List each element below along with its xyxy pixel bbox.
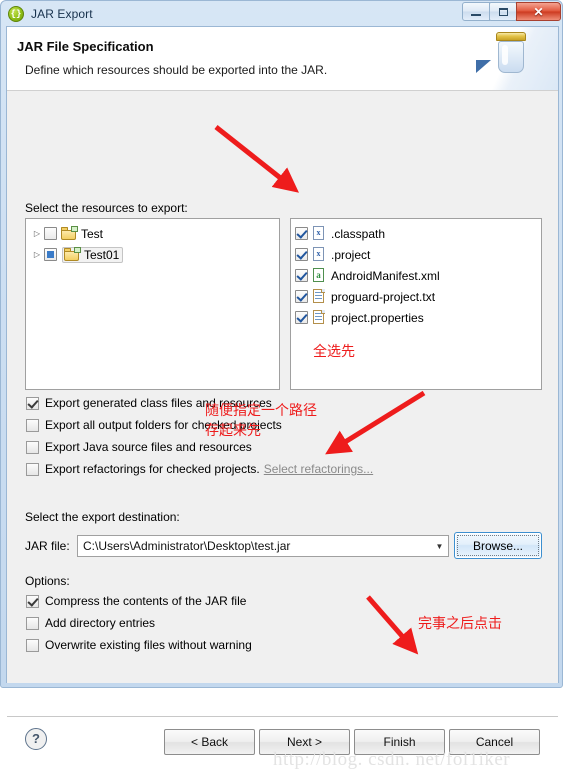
file-checkbox[interactable] (295, 269, 308, 282)
file-label: .classpath (331, 226, 386, 241)
select-refactorings-link[interactable]: Select refactorings... (264, 462, 373, 476)
jar-file-value: C:\Users\Administrator\Desktop\test.jar (83, 539, 291, 553)
option-export-refactorings[interactable]: Export refactorings for checked projects… (26, 462, 373, 476)
resources-label: Select the resources to export: (25, 201, 188, 215)
tree-item-label: Test01 (84, 247, 120, 262)
browse-button[interactable]: Browse... (454, 532, 542, 559)
option-export-java-source-files[interactable]: Export Java source files and resources (26, 440, 252, 454)
minimize-button[interactable] (462, 2, 490, 21)
jar-illustration-icon (466, 27, 558, 90)
expand-arrow-icon[interactable]: ▷ (30, 229, 44, 238)
title-bar[interactable]: {} JAR Export ✕ (1, 1, 563, 26)
text-file-icon (312, 310, 326, 325)
cancel-label: Cancel (475, 735, 514, 749)
blue-arrow-icon (476, 60, 491, 73)
checkbox[interactable] (26, 440, 39, 454)
file-checkbox[interactable] (295, 290, 308, 303)
option-label: Export refactorings for checked projects… (45, 462, 260, 476)
jar-lid-shape (496, 32, 526, 41)
page-description: Define which resources should be exporte… (25, 63, 328, 77)
window-controls: ✕ (462, 2, 561, 22)
file-checkbox[interactable] (295, 227, 308, 240)
annotation-select-all: 全选先 (313, 344, 355, 360)
chevron-down-icon[interactable]: ▼ (431, 542, 448, 551)
finish-label: Finish (383, 735, 416, 749)
next-label: Next > (286, 735, 322, 749)
checkbox[interactable] (26, 594, 39, 608)
option-label: Overwrite existing files without warning (45, 638, 252, 652)
tree-item-selection[interactable]: Test01 (62, 246, 124, 263)
checkbox[interactable] (26, 462, 39, 476)
list-item[interactable]: a AndroidManifest.xml (291, 265, 541, 286)
xml-file-icon: x (312, 247, 326, 262)
close-icon: ✕ (533, 4, 544, 19)
list-item[interactable]: x .project (291, 244, 541, 265)
tree-item-test01[interactable]: ▷ Test01 (26, 244, 279, 265)
checkbox[interactable] (26, 396, 39, 410)
resource-tree[interactable]: ▷ Test ▷ Test01 (25, 218, 280, 390)
close-button[interactable]: ✕ (516, 2, 561, 21)
list-item[interactable]: project.properties (291, 307, 541, 328)
destination-label: Select the export destination: (25, 510, 180, 524)
project-folder-icon (61, 225, 78, 241)
help-icon[interactable]: ? (25, 728, 47, 750)
maximize-icon (498, 7, 508, 16)
list-item[interactable]: x .classpath (291, 223, 541, 244)
footer-divider (7, 716, 558, 717)
checkbox[interactable] (26, 616, 39, 630)
list-item[interactable]: proguard-project.txt (291, 286, 541, 307)
back-label: < Back (190, 735, 229, 749)
checkbox[interactable] (26, 418, 39, 432)
file-label: AndroidManifest.xml (331, 268, 440, 283)
jar-export-icon: {} (8, 5, 24, 22)
annotation-path-line2: 存起来先 (205, 423, 261, 439)
wizard-banner: JAR File Specification Define which reso… (7, 27, 558, 91)
focus-ring (457, 535, 539, 556)
dialog-client-area: JAR File Specification Define which reso… (6, 26, 559, 770)
back-button[interactable]: < Back (164, 729, 255, 755)
dialog-body: Select the resources to export: ▷ Test ▷ (7, 91, 558, 770)
tree-item-test[interactable]: ▷ Test (26, 223, 279, 244)
file-checkbox[interactable] (295, 248, 308, 261)
resource-file-list[interactable]: x .classpath x .project a AndroidManifes… (290, 218, 542, 390)
annotation-finish-note: 完事之后点击 (418, 616, 502, 632)
checkbox[interactable] (26, 638, 39, 652)
jar-shine-shape (502, 45, 508, 65)
file-label: project.properties (331, 310, 424, 325)
option-label: Compress the contents of the JAR file (45, 594, 247, 608)
window-title: JAR Export (31, 6, 93, 21)
option-label: Export Java source files and resources (45, 440, 252, 454)
tree-checkbox[interactable] (44, 227, 57, 240)
watermark-text: http://blog. csdn. net/fol1iker (273, 749, 511, 770)
option-add-directory-entries[interactable]: Add directory entries (26, 616, 155, 630)
option-label: Add directory entries (45, 616, 156, 630)
expand-arrow-icon[interactable]: ▷ (30, 250, 44, 259)
android-manifest-icon: a (312, 268, 326, 283)
file-label: proguard-project.txt (331, 289, 436, 304)
file-label: .project (331, 247, 371, 262)
annotation-path-line1: 随便指定一个路径 (205, 403, 317, 419)
jar-export-dialog: {} JAR Export ✕ JAR File Specification D… (0, 0, 563, 770)
file-checkbox[interactable] (295, 311, 308, 324)
options-label: Options: (25, 574, 70, 588)
jar-file-label: JAR file: (25, 539, 70, 553)
project-folder-icon (64, 246, 81, 262)
minimize-icon (471, 14, 481, 16)
tree-item-label: Test (81, 226, 104, 241)
option-compress-contents[interactable]: Compress the contents of the JAR file (26, 594, 246, 608)
tree-checkbox[interactable] (44, 248, 57, 261)
page-title: JAR File Specification (17, 39, 154, 54)
option-overwrite-existing-files[interactable]: Overwrite existing files without warning (26, 638, 252, 652)
jar-file-input[interactable]: C:\Users\Administrator\Desktop\test.jar … (77, 535, 449, 557)
text-file-icon (312, 289, 326, 304)
xml-file-icon: x (312, 226, 326, 241)
maximize-button[interactable] (489, 2, 517, 21)
